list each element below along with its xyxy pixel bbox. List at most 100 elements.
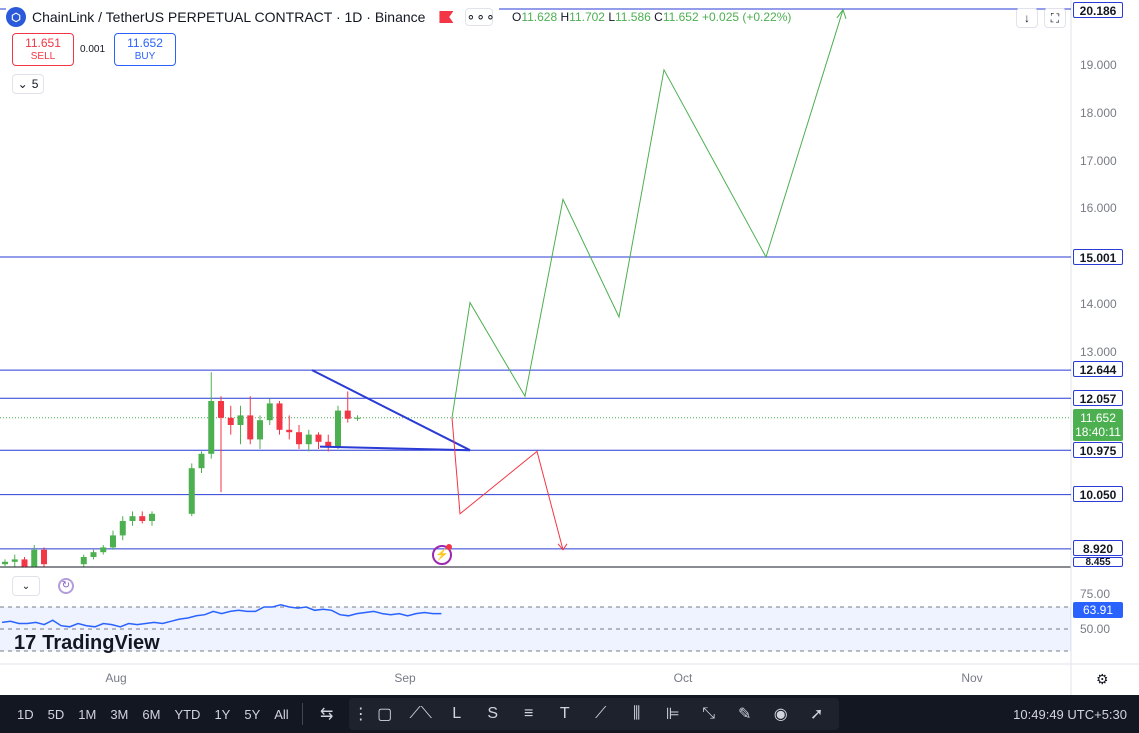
ohlc-change: +0.025 (+0.22%) <box>702 10 792 24</box>
candle-body <box>198 453 205 469</box>
rectangle-select-icon[interactable]: ▢ <box>367 704 403 724</box>
gear-icon[interactable]: ⚙ <box>1096 671 1112 687</box>
drawing-tools-more-icon[interactable]: ⋮ <box>353 704 369 724</box>
candle-body <box>90 552 97 557</box>
sell-button[interactable]: 11.651 SELL <box>12 33 74 66</box>
projection-down-path <box>451 417 564 550</box>
candle-body <box>100 547 107 553</box>
candle-body <box>305 434 312 445</box>
candle-body <box>227 417 234 425</box>
price-axis-label: 18.000 <box>1080 106 1117 120</box>
price-tag-8455[interactable]: 8.455 <box>1073 557 1123 567</box>
candle-body <box>257 420 263 440</box>
candle-body <box>266 403 273 421</box>
price-tag-8920[interactable]: 8.920 <box>1073 540 1123 556</box>
ohlc-open-label: O <box>512 10 522 24</box>
indicators-count: 5 <box>31 77 39 91</box>
trend-line-icon[interactable]: ⟋ <box>583 705 619 723</box>
symbol-header: ⬡ ChainLink / TetherUS PERPETUAL CONTRAC… <box>6 4 500 30</box>
rsi-axis-label: 50.00 <box>1080 622 1111 636</box>
price-axis-label: 17.000 <box>1080 154 1117 168</box>
candle-body <box>208 401 215 454</box>
candle-body <box>119 521 126 536</box>
arrow-down-icon[interactable]: ↓ <box>1016 8 1038 28</box>
candle-body <box>188 468 195 514</box>
session-clock[interactable]: 10:49:49 UTC+5:30 <box>1013 707 1127 722</box>
candle-body <box>11 559 18 562</box>
chevron-down-icon: ⌄ <box>21 580 31 592</box>
buy-button[interactable]: 11.652 BUY <box>114 33 176 66</box>
candle-body <box>80 557 87 565</box>
buy-price: 11.652 <box>127 36 163 50</box>
ohlc-readout: O11.628 H11.702 L11.586 C11.652 +0.025 (… <box>512 10 791 24</box>
timeframe-5y[interactable]: 5Y <box>237 707 267 722</box>
more-options-button[interactable]: ∘∘∘ <box>465 8 495 26</box>
compare-date-range-icon[interactable]: ⇆ <box>309 704 345 724</box>
ohlc-low: 11.586 <box>615 10 651 24</box>
candle-body <box>237 415 244 425</box>
brush-icon[interactable]: ✎ <box>727 704 763 724</box>
timeframe-1y[interactable]: 1Y <box>207 707 237 722</box>
price-tag-10975[interactable]: 10.975 <box>1073 442 1123 458</box>
timeframe-6m[interactable]: 6M <box>135 707 167 722</box>
ohlc-open: 11.628 <box>521 10 558 24</box>
ohlc-close-label: C <box>654 10 663 24</box>
red-flag-icon[interactable] <box>439 11 454 23</box>
candles-group <box>2 372 361 567</box>
alert-badge <box>446 544 452 550</box>
projection-up-path <box>451 9 844 418</box>
chainlink-logo-icon: ⬡ <box>6 7 26 27</box>
ohlc-high: 11.702 <box>569 10 605 24</box>
tradingview-logo[interactable]: 17 TradingView <box>14 632 160 655</box>
candle-body <box>2 561 8 565</box>
text-tool-icon[interactable]: T <box>547 705 583 723</box>
candle-body <box>315 434 322 442</box>
time-axis-label: Oct <box>673 671 693 685</box>
bar-pattern-icon[interactable]: ⫼ <box>619 705 655 723</box>
eye-icon[interactable]: ◉ <box>763 704 799 724</box>
timeframe-all[interactable]: All <box>267 707 295 722</box>
chevron-down-icon: ⌄ <box>17 77 28 91</box>
path-icon[interactable]: ⤡ <box>691 705 727 723</box>
short-position-icon[interactable]: S <box>475 705 511 723</box>
rsi-collapse-button[interactable]: ⌄ <box>12 576 40 596</box>
candle-body <box>129 516 136 521</box>
time-axis-label: Aug <box>105 671 127 685</box>
timeframe-3m[interactable]: 3M <box>103 707 135 722</box>
price-axis-label: 14.000 <box>1080 297 1117 311</box>
refresh-icon[interactable]: ↻ <box>58 578 74 594</box>
chart-canvas[interactable] <box>0 0 1139 733</box>
sell-price: 11.651 <box>25 36 61 50</box>
time-axis-label: Sep <box>394 671 416 685</box>
candle-body <box>344 410 351 419</box>
time-axis-label: Nov <box>961 671 983 685</box>
indicators-toggle-button[interactable]: ⌄ 5 <box>12 74 44 94</box>
timeframe-5d[interactable]: 5D <box>41 707 72 722</box>
pattern-icon[interactable]: ⟋⟍ <box>403 705 439 723</box>
long-position-icon[interactable]: L <box>439 705 475 723</box>
timeframe-1m[interactable]: 1M <box>71 707 103 722</box>
candle-body <box>21 559 28 567</box>
bar-countdown: 18:40:11 <box>1075 425 1121 439</box>
arrow-tool-icon[interactable]: ➚ <box>799 704 835 724</box>
timeframe-1d[interactable]: 1D <box>10 707 41 722</box>
price-tag-10050[interactable]: 10.050 <box>1073 486 1123 502</box>
fixed-range-volume-icon[interactable]: ⊫ <box>655 704 691 724</box>
price-tag-12057[interactable]: 12.057 <box>1073 390 1123 406</box>
timeframe-ytd[interactable]: YTD <box>167 707 207 722</box>
sell-label: SELL <box>30 51 56 62</box>
candle-body <box>31 549 38 567</box>
fullscreen-icon[interactable]: ⛶ <box>1044 8 1066 28</box>
price-tag-20186[interactable]: 20.186 <box>1073 2 1123 18</box>
rsi-value-tag: 63.91 <box>1073 602 1123 618</box>
horizontal-lines-icon[interactable]: ≡ <box>511 705 547 723</box>
spread-value: 0.001 <box>80 44 106 55</box>
tradingview-mark-icon: 17 <box>14 632 37 654</box>
rsi-axis-label: 75.00 <box>1080 587 1111 601</box>
price-tag-12644[interactable]: 12.644 <box>1073 361 1123 377</box>
ohlc-low-label: L <box>608 10 616 24</box>
price-tag-15001[interactable]: 15.001 <box>1073 249 1123 265</box>
candle-body <box>247 415 254 440</box>
symbol-title[interactable]: ChainLink / TetherUS PERPETUAL CONTRACT … <box>32 9 425 25</box>
candle-body <box>139 516 146 521</box>
